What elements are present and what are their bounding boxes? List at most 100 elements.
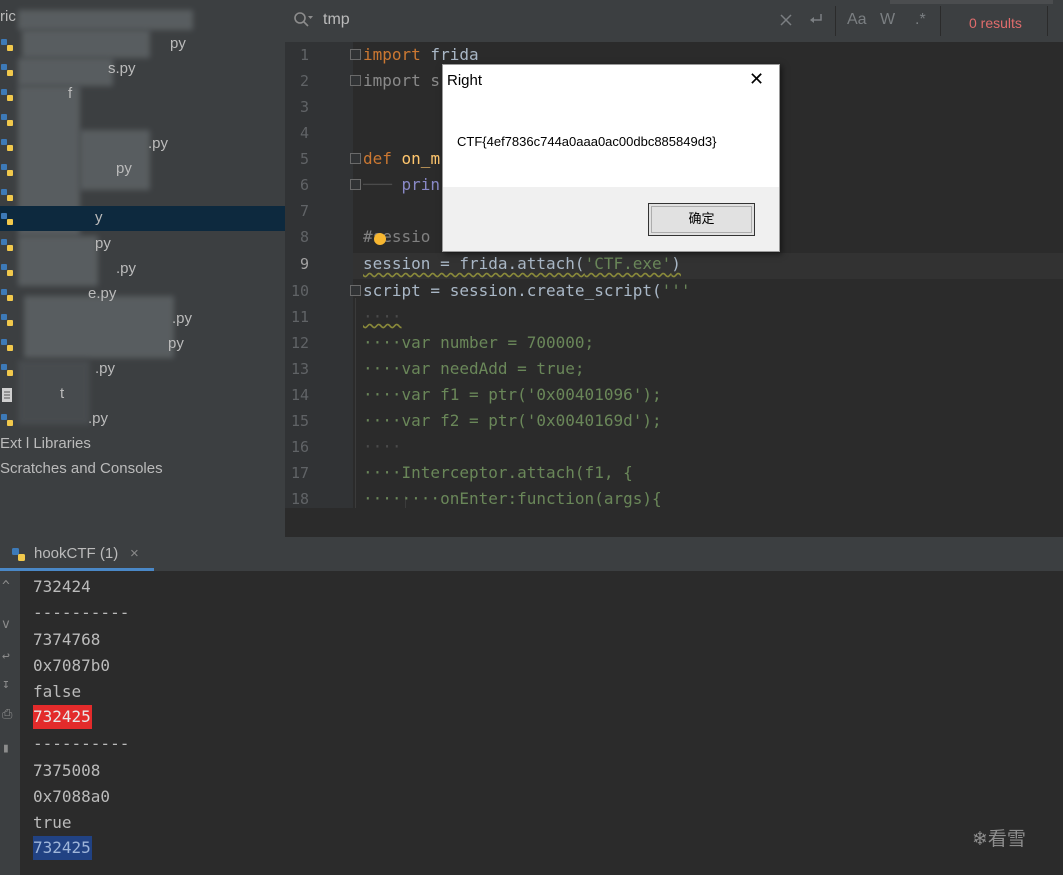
python-file-icon [0,312,14,326]
scroll-to-end-icon[interactable]: ↧ [2,677,10,692]
dialog-title: Right [447,72,483,89]
clear-console-icon[interactable]: ▮ [2,741,10,756]
watermark-logo: ❄看雪 [972,828,1026,850]
divider [835,6,836,36]
line-number: 5 [299,150,309,168]
line-number: 4 [299,124,309,142]
tree-item[interactable]: .py [0,257,285,282]
fold-marker-icon[interactable] [350,285,361,296]
line-number: 18 [290,490,309,508]
code-line: ····var number = 700000; [363,333,595,352]
tree-item-external-libraries[interactable]: Ext l Libraries [0,432,285,457]
tree-item[interactable]: py [0,332,285,357]
console-line: 0x7088a0 [33,787,111,806]
code-line: ─── prin [363,175,441,194]
console-line: ---------- [33,603,130,622]
fold-marker-icon[interactable] [350,153,361,164]
close-tab-icon[interactable]: × [130,545,139,562]
python-file-icon [0,187,14,201]
console-line: 7375008 [33,761,101,780]
indent-guide [355,298,356,508]
search-icon[interactable] [293,11,313,34]
code-line: ····var f1 = ptr('0x00401096'); [363,385,662,404]
tab-run-hookctf[interactable]: hookCTF (1) × [0,537,154,571]
line-number: 8 [299,228,309,246]
tree-footer [0,508,285,537]
tree-item[interactable]: py [0,32,285,57]
tree-item[interactable]: t [0,382,285,407]
tree-item[interactable]: .py [0,357,285,382]
print-icon[interactable]: ⎙ [2,707,12,722]
line-number: 13 [290,360,309,378]
console-toolbar: ^ v ↩ ↧ ⎙ ▮ [0,571,20,875]
scroll-up-icon[interactable]: ^ [2,579,10,594]
tree-item[interactable]: f [0,82,285,107]
code-line: ········onEnter:function(args){ [363,489,662,508]
console-line: false [33,682,82,701]
tree-item[interactable]: .py [0,407,285,432]
tree-item-selected[interactable]: y [0,206,285,231]
code-line: def on_m [363,149,441,168]
python-run-icon [10,546,28,568]
tree-item[interactable]: .py [0,307,285,332]
tree-item[interactable]: py [0,232,285,257]
console-line-highlighted-blue: 732425 [33,836,92,860]
python-file-icon [0,162,14,176]
line-number: 14 [290,386,309,404]
code-line: ····Interceptor.attach(f1, { [363,463,633,482]
line-number: 16 [290,438,309,456]
python-file-icon [0,337,14,351]
python-file-icon [0,211,14,225]
line-number: 10 [290,282,309,300]
scroll-down-icon[interactable]: v [2,617,10,632]
line-number: 2 [299,72,309,90]
tree-item[interactable]: e.py [0,282,285,307]
clear-search-icon[interactable] [779,13,793,32]
dialog-titlebar[interactable]: Right ✕ [443,65,779,97]
project-tree: ric py s.py f .py py y py .py e.py .py p… [0,0,285,537]
code-line: ···· [363,437,402,456]
tree-item[interactable]: s.py [0,57,285,82]
python-file-icon [0,237,14,251]
divider [1047,6,1048,36]
python-file-icon [0,287,14,301]
line-number: 3 [299,98,309,116]
tree-item[interactable] [0,107,285,132]
new-line-icon[interactable] [807,12,825,33]
console-line: ---------- [33,734,130,753]
search-input[interactable]: tmp [323,11,350,29]
fold-marker-icon[interactable] [350,49,361,60]
tree-item[interactable] [0,182,285,207]
ok-button[interactable]: 确定 [648,203,755,236]
code-line: import s [363,71,441,90]
fold-marker-icon[interactable] [350,179,361,190]
line-number-current: 9 [299,255,309,273]
console-line-highlighted-red: 732425 [33,705,92,729]
python-file-icon [0,37,14,51]
python-file-icon [0,87,14,101]
scrollbar[interactable] [890,0,1053,4]
soft-wrap-icon[interactable]: ↩ [2,649,10,664]
fold-marker-icon[interactable] [350,75,361,86]
run-console[interactable]: ^ v ↩ ↧ ⎙ ▮ 732424 ---------- 7374768 0x… [0,571,1063,875]
close-icon[interactable]: ✕ [749,69,764,90]
regex-toggle[interactable]: .* [915,11,926,29]
line-number: 17 [290,464,309,482]
run-toolwindow-tabs: hookCTF (1) × [0,537,1063,572]
python-file-icon [0,137,14,151]
code-line: ····var f2 = ptr('0x0040169d'); [363,411,662,430]
match-case-toggle[interactable]: Aa [847,11,867,29]
console-line: 7374768 [33,630,101,649]
line-gutter: 1 2 3 4 5 6 7 8 9 10 11 12 13 14 15 16 1… [285,42,353,508]
tree-item[interactable]: ric [0,6,285,31]
tree-item[interactable]: py [0,157,285,182]
lightbulb-icon[interactable] [374,233,386,245]
python-file-icon [0,362,14,376]
python-file-icon [0,112,14,126]
dialog-body: CTF{4ef7836c744a0aaa0ac00dbc885849d3} [443,97,779,187]
tree-item-scratches[interactable]: Scratches and Consoles [0,457,285,482]
tree-item[interactable]: .py [0,132,285,157]
dialog-message: CTF{4ef7836c744a0aaa0ac00dbc885849d3} [457,134,717,149]
whole-words-toggle[interactable]: W [880,11,895,29]
line-number: 6 [299,176,309,194]
